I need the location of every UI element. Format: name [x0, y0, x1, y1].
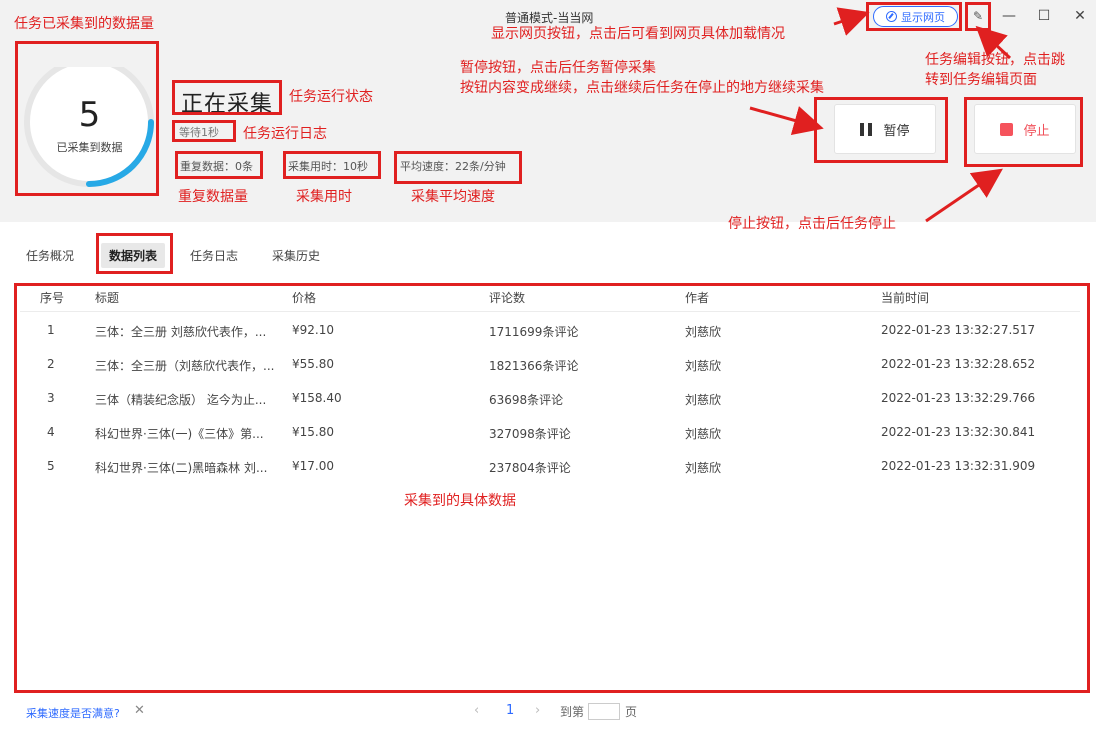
arrow-pause [749, 106, 824, 135]
annotation-arrows [749, 7, 1012, 223]
arrow-stop [925, 168, 1003, 223]
arrow-view-page [833, 7, 870, 36]
app-window: 普通模式-当当网 显示网页 ✎ — ☐ ✕ 5 已采集到数据 正在采集 等待1秒… [0, 0, 1096, 729]
arrow-edit [975, 25, 1012, 60]
